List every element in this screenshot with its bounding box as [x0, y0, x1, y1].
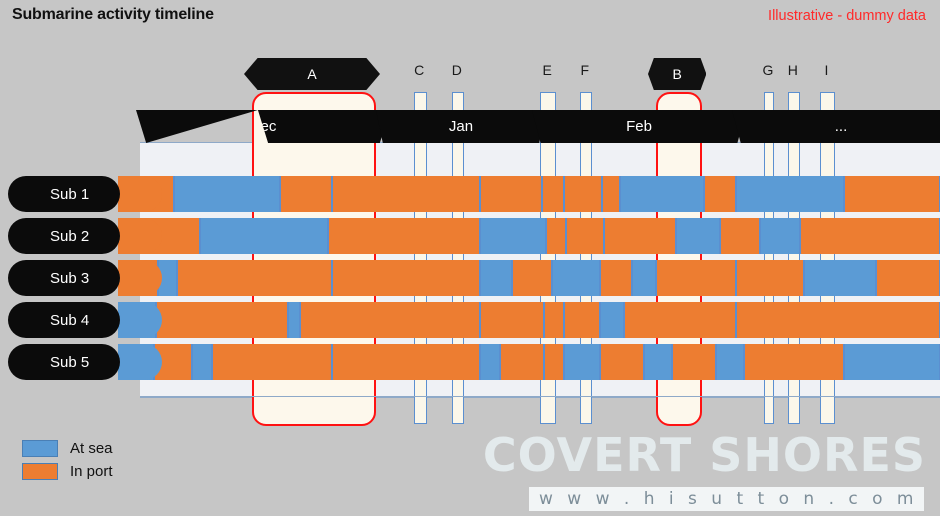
activity-segment-sea[interactable] — [620, 176, 704, 212]
activity-segment-sea[interactable] — [716, 344, 744, 380]
activity-segment-port[interactable] — [600, 344, 644, 380]
event-callout-b[interactable]: B — [648, 58, 707, 90]
activity-segment-port[interactable] — [332, 176, 480, 212]
event-callout-a[interactable]: A — [244, 58, 380, 90]
legend-label-at-sea: At sea — [70, 440, 113, 457]
activity-segment-sea[interactable] — [632, 260, 656, 296]
event-label-d: D — [451, 62, 462, 78]
month-header-dotsdotsdots: ... — [732, 110, 940, 143]
disclaimer-label: Illustrative - dummy data — [768, 8, 926, 24]
activity-segment-port[interactable] — [744, 344, 844, 380]
row-start-cap — [118, 302, 162, 338]
activity-segment-port[interactable] — [332, 344, 480, 380]
legend-item-at-sea: At sea — [22, 440, 113, 457]
activity-segment-port[interactable] — [564, 176, 603, 212]
activity-segment-sea[interactable] — [736, 176, 844, 212]
activity-segment-port[interactable] — [602, 176, 620, 212]
activity-segment-port[interactable] — [541, 176, 564, 212]
legend-swatch-in-port — [22, 463, 58, 480]
activity-segment-port[interactable] — [480, 176, 542, 212]
row-label-sub-4[interactable]: Sub 4 — [8, 302, 120, 338]
legend-item-in-port: In port — [22, 463, 113, 480]
activity-segment-sea[interactable] — [564, 344, 600, 380]
event-label-h: H — [787, 62, 798, 78]
activity-segment-port[interactable] — [600, 260, 632, 296]
activity-segment-port[interactable] — [800, 218, 940, 254]
activity-segment-port[interactable] — [300, 302, 480, 338]
legend-swatch-at-sea — [22, 440, 58, 457]
row-label-sub-2[interactable]: Sub 2 — [8, 218, 120, 254]
activity-segment-port[interactable] — [672, 344, 716, 380]
row-start-cap — [118, 344, 162, 380]
event-label-i: I — [824, 62, 829, 78]
activity-segment-port[interactable] — [280, 176, 332, 212]
activity-segment-sea[interactable] — [480, 218, 547, 254]
row-label-sub-5[interactable]: Sub 5 — [8, 344, 120, 380]
activity-segment-sea[interactable] — [192, 344, 212, 380]
activity-segment-port[interactable] — [328, 218, 480, 254]
activity-segment-sea[interactable] — [600, 302, 624, 338]
activity-segment-port[interactable] — [212, 344, 332, 380]
activity-segment-sea[interactable] — [844, 344, 940, 380]
activity-segment-port[interactable] — [720, 218, 760, 254]
activity-segment-port[interactable] — [176, 260, 332, 296]
event-label-e: E — [542, 62, 552, 78]
event-label-c: C — [414, 62, 425, 78]
activity-segment-port[interactable] — [546, 218, 566, 254]
activity-segment-sea[interactable] — [552, 260, 600, 296]
month-header-jan: Jan — [376, 110, 546, 143]
activity-segment-port[interactable] — [736, 260, 804, 296]
activity-segment-port[interactable] — [624, 302, 736, 338]
activity-segment-port[interactable] — [480, 302, 544, 338]
watermark-url: w w w . h i s u t t o n . c o m — [528, 487, 924, 511]
activity-segment-port[interactable] — [656, 260, 736, 296]
chart-canvas: Submarine activity timeline Illustrative… — [0, 0, 940, 516]
activity-segment-port[interactable] — [876, 260, 940, 296]
activity-segment-sea[interactable] — [804, 260, 876, 296]
activity-segment-port[interactable] — [844, 176, 940, 212]
activity-segment-port[interactable] — [512, 260, 552, 296]
row-start-cap — [118, 218, 162, 254]
page-title: Submarine activity timeline — [12, 6, 214, 23]
activity-segment-sea[interactable] — [288, 302, 300, 338]
row-start-cap — [118, 260, 162, 296]
activity-segment-port[interactable] — [604, 218, 676, 254]
activity-segment-port[interactable] — [544, 344, 564, 380]
legend-label-in-port: In port — [70, 463, 113, 480]
activity-segment-port[interactable] — [704, 176, 736, 212]
activity-segment-sea[interactable] — [173, 176, 280, 212]
plot-bottom-divider — [140, 396, 940, 397]
activity-segment-port[interactable] — [500, 344, 544, 380]
activity-segment-sea[interactable] — [644, 344, 672, 380]
activity-segment-port[interactable] — [156, 302, 288, 338]
activity-segment-port[interactable] — [736, 302, 940, 338]
activity-segment-sea[interactable] — [200, 218, 328, 254]
activity-segment-port[interactable] — [544, 302, 564, 338]
activity-segment-sea[interactable] — [676, 218, 720, 254]
activity-segment-port[interactable] — [565, 218, 604, 254]
activity-segment-sea[interactable] — [480, 344, 500, 380]
activity-segment-sea[interactable] — [480, 260, 512, 296]
activity-segment-port[interactable] — [564, 302, 600, 338]
event-label-f: F — [580, 62, 590, 78]
legend: At sea In port — [22, 440, 113, 486]
month-header-feb: Feb — [532, 110, 746, 143]
watermark-brand: COVERT SHORES — [482, 428, 926, 482]
row-label-sub-3[interactable]: Sub 3 — [8, 260, 120, 296]
activity-segment-port[interactable] — [332, 260, 480, 296]
activity-segment-sea[interactable] — [760, 218, 800, 254]
row-label-sub-1[interactable]: Sub 1 — [8, 176, 120, 212]
row-start-cap — [118, 176, 162, 212]
